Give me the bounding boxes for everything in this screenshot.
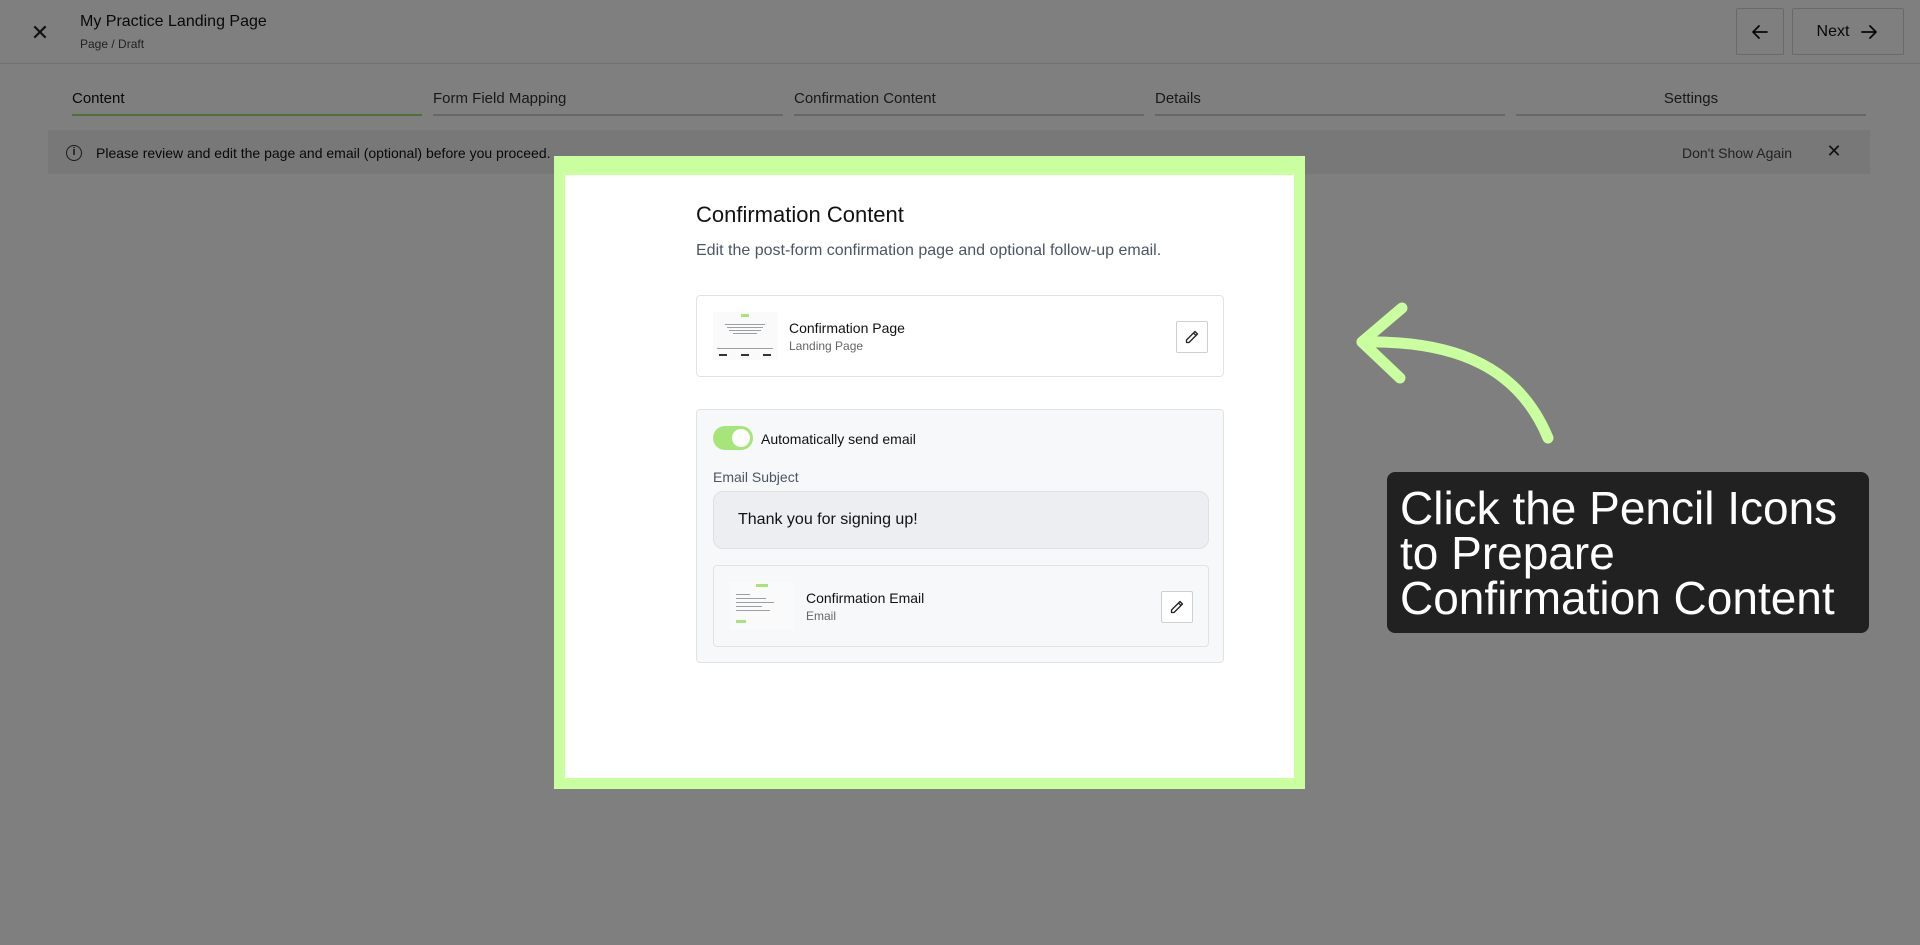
- auto-send-email-toggle[interactable]: [713, 426, 753, 450]
- page-card-type: Landing Page: [789, 339, 864, 353]
- email-subject-input[interactable]: Thank you for signing up!: [713, 491, 1209, 549]
- section-title: Confirmation Content: [696, 202, 904, 227]
- callout-line: Click the Pencil Icons: [1400, 482, 1838, 534]
- curved-arrow-icon: [1356, 302, 1554, 444]
- pencil-icon: [1185, 330, 1199, 344]
- email-thumbnail: [730, 582, 794, 630]
- pencil-icon: [1170, 600, 1184, 614]
- edit-page-button[interactable]: [1176, 321, 1208, 353]
- section-subtitle: Edit the post-form confirmation page and…: [696, 242, 1162, 259]
- email-card-type: Email: [806, 609, 837, 623]
- confirmation-page-card: Confirmation Page Landing Page: [696, 295, 1224, 377]
- callout-line: to Prepare: [1400, 527, 1615, 579]
- tutorial-callout: Click the Pencil Icons to Prepare Confir…: [1387, 472, 1869, 633]
- email-settings-box: Automatically send email Email Subject T…: [696, 409, 1224, 663]
- edit-email-button[interactable]: [1161, 591, 1193, 623]
- auto-send-email-label: Automatically send email: [761, 431, 916, 447]
- page-thumbnail: [713, 312, 777, 360]
- email-subject-label: Email Subject: [713, 469, 799, 485]
- page-card-name: Confirmation Page: [789, 320, 905, 336]
- callout-line: Confirmation Content: [1400, 572, 1835, 624]
- email-card-name: Confirmation Email: [806, 590, 925, 606]
- toggle-knob: [732, 429, 750, 447]
- confirmation-email-card: Confirmation Email Email: [713, 565, 1209, 647]
